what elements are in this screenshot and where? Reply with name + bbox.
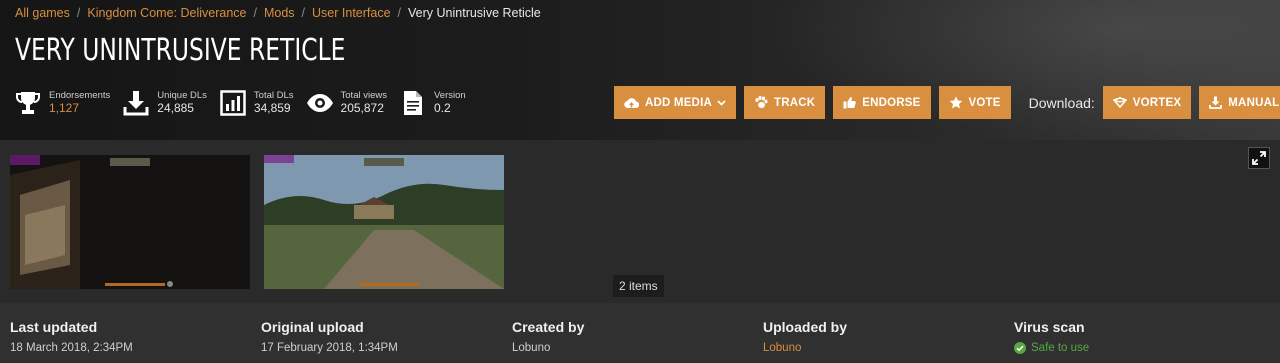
trophy-icon bbox=[14, 89, 42, 117]
breadcrumb-current: Very Unintrusive Reticle bbox=[408, 6, 541, 20]
mod-meta: Last updated 18 March 2018, 2:34PM Origi… bbox=[0, 303, 1280, 363]
meta-label: Created by bbox=[512, 319, 585, 335]
gallery-thumbnail[interactable] bbox=[264, 155, 504, 289]
thumbs-up-icon bbox=[843, 96, 856, 109]
vortex-icon bbox=[1112, 97, 1127, 108]
chevron-down-icon bbox=[717, 99, 726, 106]
star-icon bbox=[949, 96, 963, 109]
mod-actions: ADD MEDIA TRACK ENDORSE VOTE Download: V… bbox=[614, 86, 1280, 119]
breadcrumb-all-games[interactable]: All games bbox=[15, 6, 70, 20]
vote-button[interactable]: VOTE bbox=[938, 86, 1011, 119]
stat-total-dls: Total DLs 34,859 bbox=[219, 88, 294, 118]
stat-version: Version 0.2 bbox=[399, 88, 466, 118]
cloud-upload-icon bbox=[624, 97, 639, 109]
check-circle-icon bbox=[1014, 342, 1026, 354]
breadcrumb-mods[interactable]: Mods bbox=[264, 6, 295, 20]
stat-value: 24,885 bbox=[157, 100, 194, 115]
vote-label: VOTE bbox=[968, 96, 1001, 109]
meta-label: Uploaded by bbox=[763, 319, 848, 335]
paw-print-icon bbox=[754, 96, 768, 109]
add-media-button[interactable]: ADD MEDIA bbox=[614, 86, 736, 119]
stat-value: 0.2 bbox=[433, 100, 451, 115]
media-gallery: 2 items bbox=[0, 140, 1280, 303]
download-icon bbox=[122, 89, 150, 117]
gallery-thumbnail[interactable] bbox=[10, 155, 250, 289]
virus-scan-status: Safe to use bbox=[1014, 342, 1089, 354]
eye-icon bbox=[306, 89, 334, 117]
mod-stats: Endorsements 1,127 Unique DLs 24,885 Total… bbox=[14, 88, 478, 120]
manual-download-button[interactable]: MANUAL bbox=[1199, 86, 1280, 119]
manual-label: MANUAL bbox=[1228, 96, 1280, 109]
download-label: Download: bbox=[1028, 94, 1095, 111]
meta-value: 17 February 2018, 1:34PM bbox=[261, 342, 398, 354]
stat-endorsements: Endorsements 1,127 bbox=[14, 88, 110, 118]
meta-label: Original upload bbox=[261, 319, 364, 335]
vortex-label: VORTEX bbox=[1132, 96, 1182, 109]
download-icon bbox=[1209, 96, 1223, 109]
endorse-button[interactable]: ENDORSE bbox=[833, 86, 931, 119]
page-title: VERY UNINTRUSIVE RETICLE bbox=[15, 33, 346, 68]
breadcrumb-separator: / bbox=[76, 6, 81, 20]
document-icon bbox=[399, 89, 427, 117]
stat-value: 205,872 bbox=[340, 100, 384, 115]
endorse-label: ENDORSE bbox=[862, 96, 921, 109]
vortex-download-button[interactable]: VORTEX bbox=[1102, 86, 1192, 119]
bar-chart-icon bbox=[219, 89, 247, 117]
track-label: TRACK bbox=[773, 96, 816, 109]
meta-value: 18 March 2018, 2:34PM bbox=[10, 342, 133, 354]
meta-created-by: Created by Lobuno bbox=[512, 319, 584, 354]
meta-label: Last updated bbox=[10, 319, 98, 335]
mod-header: All games / Kingdom Come: Deliverance / Mo… bbox=[0, 0, 1280, 140]
meta-last-updated: Last updated 18 March 2018, 2:34PM bbox=[10, 319, 133, 354]
virus-scan-label: Safe to use bbox=[1031, 342, 1090, 354]
breadcrumb: All games / Kingdom Come: Deliverance / Mo… bbox=[15, 6, 541, 20]
breadcrumb-game[interactable]: Kingdom Come: Deliverance bbox=[87, 6, 246, 20]
meta-original-upload: Original upload 17 February 2018, 1:34PM bbox=[261, 319, 398, 354]
stat-value: 1,127 bbox=[49, 100, 80, 115]
meta-uploaded-by: Uploaded by Lobuno bbox=[763, 319, 847, 354]
uploader-link[interactable]: Lobuno bbox=[763, 342, 847, 354]
add-media-label: ADD MEDIA bbox=[645, 96, 712, 109]
breadcrumb-separator: / bbox=[397, 6, 402, 20]
breadcrumb-separator: / bbox=[253, 6, 257, 20]
expand-icon bbox=[1252, 151, 1266, 165]
expand-gallery-button[interactable] bbox=[1248, 147, 1270, 169]
meta-label: Virus scan bbox=[1014, 319, 1085, 335]
gallery-items-count: 2 items bbox=[613, 275, 664, 297]
stat-unique-dls: Unique DLs 24,885 bbox=[122, 88, 207, 118]
meta-virus-scan: Virus scan Safe to use bbox=[1014, 319, 1089, 354]
breadcrumb-separator: / bbox=[301, 6, 306, 20]
breadcrumb-category[interactable]: User Interface bbox=[312, 6, 391, 20]
stat-value: 34,859 bbox=[253, 100, 291, 115]
stat-total-views: Total views 205,872 bbox=[306, 88, 387, 118]
track-button[interactable]: TRACK bbox=[743, 86, 826, 119]
meta-value: Lobuno bbox=[512, 342, 551, 354]
